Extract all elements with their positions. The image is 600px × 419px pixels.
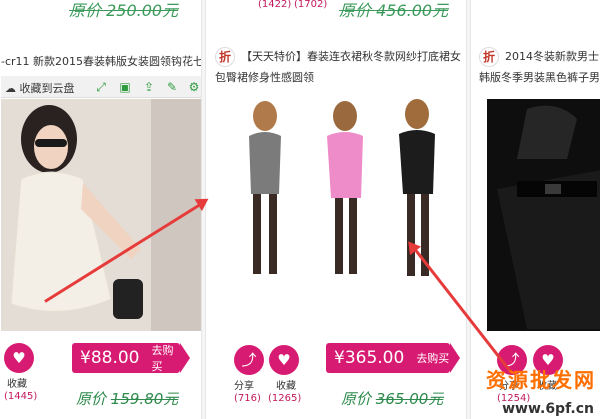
original-price: 原价 365.00元 [341, 390, 444, 408]
product-grid: 原价 250.00元 -cr11 新款2015春装韩版女装圆领钩花七 ☁ 收藏到… [0, 0, 600, 419]
price: ¥88.00 [80, 348, 140, 368]
share-button[interactable]: ⤴ [234, 345, 264, 375]
top-fav-count: (1702) [294, 0, 328, 10]
top-old-price: 原价 456.00元 [339, 1, 449, 20]
product-title[interactable]: 折 2014冬装新款男士 韩版冬季男装黑色裤子男 [479, 46, 600, 88]
watermark-url: www.6pf.cn [502, 401, 594, 417]
save-to-cloud-button[interactable]: ☁ 收藏到云盘 [5, 80, 75, 96]
image-toolbar: ☁ 收藏到云盘 ⤢ ▣ ⇪ ✎ ⚙ [1, 76, 201, 98]
buy-button[interactable]: ¥88.00 去购买 [72, 343, 190, 373]
go-buy-label: 去购买 [416, 352, 450, 365]
discount-badge-icon: 折 [479, 47, 499, 67]
top-share-count: (1422) [258, 0, 292, 10]
share-label: 分享 [234, 381, 254, 392]
product-title[interactable]: -cr11 新款2015春装韩版女装圆领钩花七 [1, 51, 201, 72]
expand-icon[interactable]: ⤢ [93, 79, 109, 95]
favorite-label: 收藏 [276, 381, 296, 392]
favorite-count: (1445) [4, 391, 38, 402]
gear-icon[interactable]: ⚙ [186, 79, 201, 95]
buy-button[interactable]: ¥365.00 去购买 [326, 343, 460, 373]
product-photo[interactable] [1, 99, 201, 331]
discount-badge-icon: 折 [215, 47, 235, 67]
share-icon[interactable]: ⇪ [141, 79, 157, 95]
edit-icon[interactable]: ✎ [164, 79, 180, 95]
product-card-2: (1422) (1702) 原价 456.00元 折【天天特价】春装连衣裙秋冬款… [205, 0, 467, 419]
top-old-price: 原价 250.00元 [69, 1, 179, 20]
favorite-label: 收藏 [7, 379, 27, 390]
product-card-1: 原价 250.00元 -cr11 新款2015春装韩版女装圆领钩花七 ☁ 收藏到… [0, 0, 202, 419]
save-icon[interactable]: ▣ [117, 79, 133, 95]
product-title[interactable]: 折【天天特价】春装连衣裙秋冬款网纱打底裙女 包臀裙修身性感圆领 [215, 46, 465, 88]
price: ¥365.00 [334, 348, 405, 368]
watermark-text: 资源批发网 [486, 368, 596, 392]
share-count: (716) [234, 393, 261, 404]
product-photo[interactable] [221, 94, 453, 326]
product-card-3: 折 2014冬装新款男士 韩版冬季男装黑色裤子男 ⤴ ♥ 分享 收藏 (1254) [470, 0, 600, 419]
favorite-button[interactable]: ♥ [4, 343, 34, 373]
original-price: 原价 159.80元 [76, 390, 179, 408]
favorite-button[interactable]: ♥ [269, 345, 299, 375]
go-buy-label: 去购买 [151, 344, 174, 373]
product-photo[interactable] [487, 99, 600, 331]
favorite-count: (1265) [268, 393, 302, 404]
